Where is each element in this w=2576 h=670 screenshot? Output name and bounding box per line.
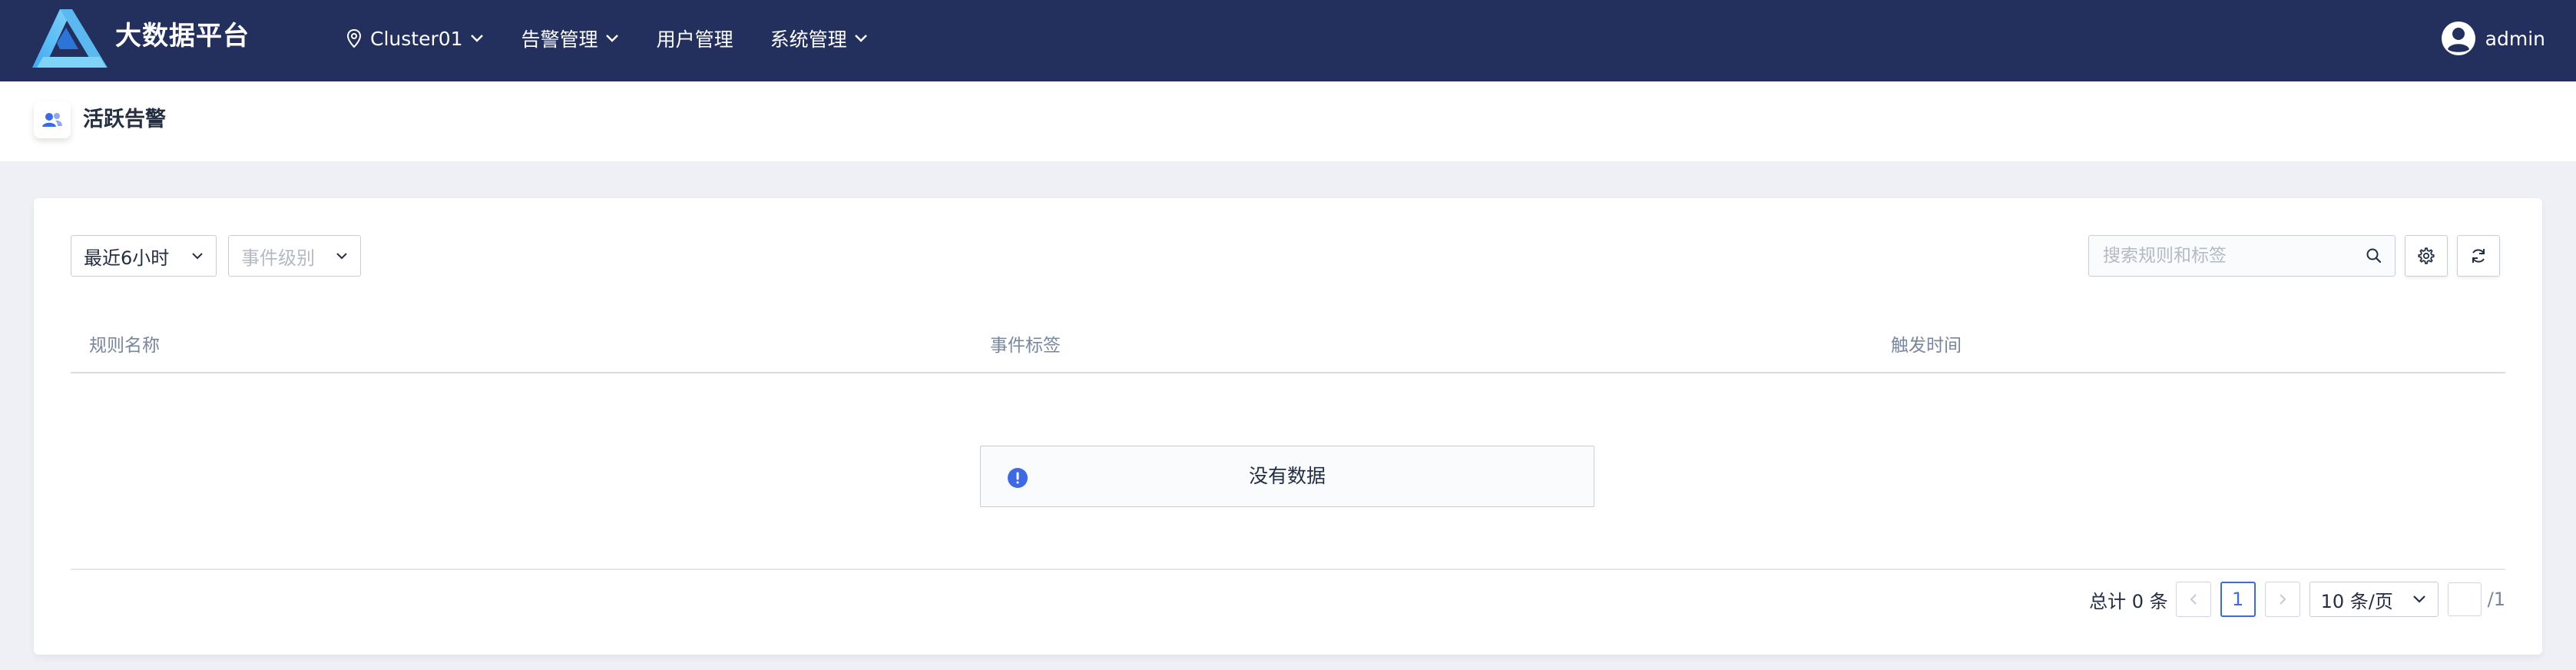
logo-icon (32, 9, 108, 68)
main-nav: Cluster01 告警管理 用户管理 系统管理 (346, 0, 906, 77)
chevron-down-icon (470, 35, 483, 42)
next-page-button[interactable] (2264, 582, 2300, 617)
refresh-icon (2472, 249, 2485, 263)
chevron-right-icon (2279, 594, 2286, 605)
prev-page-button[interactable] (2175, 582, 2211, 617)
nav-cluster-label: Cluster01 (370, 27, 463, 50)
pagination: 总计 0 条 1 10 条/页 /1 (2089, 580, 2505, 619)
nav-user-management-label: 用户管理 (656, 28, 733, 51)
user-menu[interactable]: admin (2441, 20, 2545, 57)
column-header-rule-name: 规则名称 (89, 336, 160, 356)
brand-title: 大数据平台 (115, 21, 250, 51)
page-jump-input[interactable] (2448, 583, 2484, 617)
page-jump-box (2447, 582, 2484, 617)
time-range-select[interactable]: 最近6小时 (71, 235, 217, 277)
user-avatar-icon (2441, 22, 2475, 55)
nav-alert-management-label: 告警管理 (521, 28, 598, 51)
user-name: admin (2485, 27, 2545, 50)
chevron-down-icon (2412, 595, 2425, 603)
alerts-card: 最近6小时 事件级别 规则名称 事件标签 触发时间 (34, 198, 2542, 655)
page-number-button[interactable]: 1 (2220, 582, 2256, 617)
settings-button[interactable] (2405, 235, 2448, 277)
total-count: 总计 0 条 (2089, 590, 2168, 612)
search-input[interactable] (2101, 245, 2366, 267)
page-count: /1 (2487, 589, 2505, 610)
chevron-left-icon (2190, 594, 2197, 605)
nav-user-management[interactable]: 用户管理 (657, 0, 733, 77)
gear-icon (2418, 247, 2435, 264)
refresh-button[interactable] (2457, 235, 2500, 277)
page-size-value: 10 条/页 (2320, 590, 2393, 612)
table-header: 规则名称 事件标签 触发时间 (71, 310, 2505, 373)
chevron-down-icon (336, 253, 347, 260)
search-box (2088, 235, 2396, 277)
empty-state: 没有数据 (980, 446, 1594, 507)
page-header: 活跃告警 (0, 81, 2576, 161)
page-title: 活跃告警 (83, 108, 166, 131)
time-range-value: 最近6小时 (84, 247, 170, 269)
page-size-select[interactable]: 10 条/页 (2309, 582, 2439, 617)
table-footer-divider (71, 569, 2505, 570)
chevron-down-icon (192, 253, 203, 260)
chevron-down-icon (854, 35, 867, 42)
chevron-down-icon (605, 35, 618, 42)
column-header-trigger-time: 触发时间 (1891, 336, 1962, 356)
event-level-placeholder: 事件级别 (241, 247, 315, 269)
empty-message: 没有数据 (1248, 465, 1326, 487)
column-header-event-tags: 事件标签 (990, 336, 1061, 356)
nav-system-management-label: 系统管理 (770, 28, 847, 51)
search-icon[interactable] (2366, 247, 2382, 264)
top-navigation-bar: 大数据平台 Cluster01 告警管理 用户管理 系统管理 admin (0, 0, 2576, 81)
nav-system-management[interactable]: 系统管理 (770, 0, 869, 77)
users-icon (42, 113, 62, 127)
nav-alert-management[interactable]: 告警管理 (521, 0, 620, 77)
page-icon-box (34, 101, 71, 138)
nav-cluster-selector[interactable]: Cluster01 (346, 0, 485, 77)
event-level-select[interactable]: 事件级别 (228, 235, 361, 277)
location-pin-icon (346, 28, 362, 48)
